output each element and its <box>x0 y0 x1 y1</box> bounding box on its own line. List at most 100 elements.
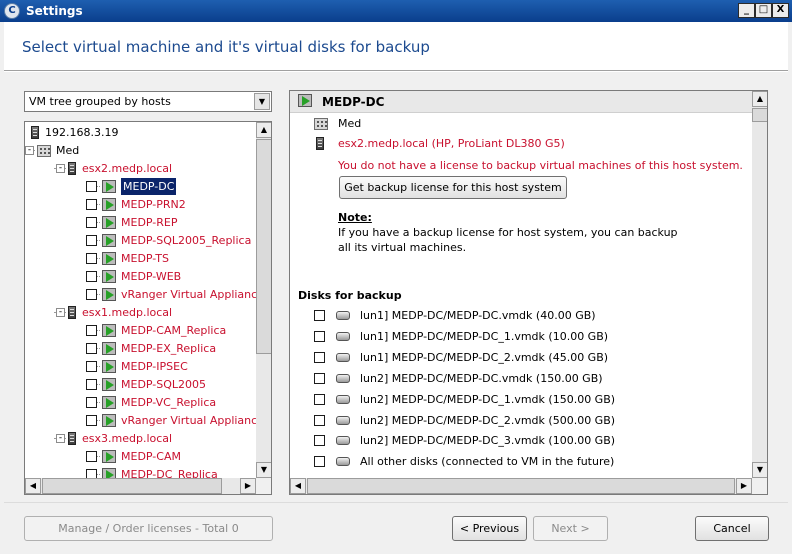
maximize-button[interactable]: □ <box>755 3 772 18</box>
scroll-corner <box>752 478 767 494</box>
vm-tree-item[interactable]: vRanger Virtual Appliance <box>25 286 264 303</box>
scroll-thumb[interactable] <box>752 108 767 122</box>
disk-label: lun1] MEDP-DC/MEDP-DC_2.vmdk (45.00 GB) <box>360 351 609 364</box>
vm-tree-item[interactable]: MEDP-VC_Replica <box>25 394 255 411</box>
vm-tree-item[interactable]: MEDP-SQL2005 <box>25 376 255 393</box>
disk-row[interactable]: lun2] MEDP-DC/MEDP-DC_2.vmdk (500.00 GB) <box>314 412 734 430</box>
close-button[interactable]: X <box>772 3 789 18</box>
scroll-thumb-horizontal[interactable] <box>42 478 222 494</box>
collapse-icon[interactable]: - <box>56 308 65 317</box>
cancel-button[interactable]: Cancel <box>695 516 769 541</box>
tree-item-label: esx1.medp.local <box>82 306 173 319</box>
disk-row[interactable]: lun2] MEDP-DC/MEDP-DC_3.vmdk (100.00 GB) <box>314 432 734 450</box>
scroll-left-icon[interactable]: ◀ <box>290 478 306 494</box>
vm-tree-item[interactable]: MEDP-DC <box>25 177 255 196</box>
tree-item-label: esx2.medp.local <box>82 162 173 175</box>
disk-row[interactable]: lun2] MEDP-DC/MEDP-DC.vmdk (150.00 GB) <box>314 370 734 388</box>
disk-checkbox[interactable] <box>314 310 325 321</box>
scroll-down-icon[interactable]: ▼ <box>256 462 271 478</box>
disk-row[interactable]: lun1] MEDP-DC/MEDP-DC_2.vmdk (45.00 GB) <box>314 349 734 367</box>
vm-checkbox[interactable] <box>86 217 97 228</box>
tree-item-label: esx3.medp.local <box>82 432 173 445</box>
scroll-left-icon[interactable]: ◀ <box>25 478 41 494</box>
tree-item-label: MEDP-PRN2 <box>121 198 186 211</box>
window-title: Settings <box>26 4 83 18</box>
disk-checkbox[interactable] <box>314 456 325 467</box>
tree-item-label: 192.168.3.19 <box>45 126 119 139</box>
disk-checkbox[interactable] <box>314 352 325 363</box>
disks-header: Disks for backup <box>298 289 402 302</box>
disk-icon <box>336 436 350 445</box>
vm-tree-item[interactable]: MEDP-EX_Replica <box>25 340 255 357</box>
vm-tree-item[interactable]: MEDP-TS <box>25 250 255 267</box>
scroll-right-icon[interactable]: ▶ <box>736 478 752 494</box>
vm-checkbox[interactable] <box>86 343 97 354</box>
disk-checkbox[interactable] <box>314 331 325 342</box>
header-divider <box>4 70 788 72</box>
disk-row[interactable]: lun1] MEDP-DC/MEDP-DC.vmdk (40.00 GB) <box>314 307 734 325</box>
disk-row[interactable]: lun2] MEDP-DC/MEDP-DC_1.vmdk (150.00 GB) <box>314 391 734 409</box>
tree-horizontal-scrollbar[interactable]: ◀ ▶ <box>25 478 256 494</box>
vm-checkbox[interactable] <box>86 289 97 300</box>
vm-checkbox[interactable] <box>86 415 97 426</box>
scroll-up-icon[interactable]: ▲ <box>256 122 271 138</box>
disk-checkbox[interactable] <box>314 435 325 446</box>
host-tree-item[interactable]: - esx2.medp.local <box>25 160 255 177</box>
datacenter-tree-item[interactable]: - Med <box>25 142 255 159</box>
vm-tree-item[interactable]: MEDP-CAM <box>25 448 255 465</box>
vm-tree-item[interactable]: vRanger Virtual Appliance <box>25 412 264 429</box>
vm-tree-item[interactable]: MEDP-IPSEC <box>25 358 255 375</box>
vm-tree-item[interactable]: MEDP-REP <box>25 214 255 231</box>
vm-checkbox[interactable] <box>86 199 97 210</box>
next-button[interactable]: Next > <box>533 516 608 541</box>
collapse-icon[interactable]: - <box>56 164 65 173</box>
vm-tree[interactable]: 192.168.3.19 - Med - esx2.medp.local MEDP-DC M… <box>24 121 272 495</box>
tree-item-label: MEDP-REP <box>121 216 178 229</box>
vm-checkbox[interactable] <box>86 235 97 246</box>
previous-button[interactable]: < Previous <box>452 516 527 541</box>
vm-checkbox[interactable] <box>86 271 97 282</box>
server-icon <box>31 126 39 139</box>
vm-checkbox[interactable] <box>86 379 97 390</box>
disk-row[interactable]: All other disks (connected to VM in the … <box>314 453 734 471</box>
disk-checkbox[interactable] <box>314 415 325 426</box>
disk-checkbox[interactable] <box>314 394 325 405</box>
vm-checkbox[interactable] <box>86 253 97 264</box>
scroll-down-icon[interactable]: ▼ <box>752 462 767 478</box>
vm-icon <box>102 342 116 355</box>
vm-tree-item[interactable]: MEDP-PRN2 <box>25 196 255 213</box>
vm-tree-item[interactable]: MEDP-SQL2005_Replica <box>25 232 255 249</box>
host-tree-item[interactable]: 192.168.3.19 <box>25 124 255 141</box>
vm-checkbox[interactable] <box>86 325 97 336</box>
tree-item-label: MEDP-IPSEC <box>121 360 188 373</box>
tree-vertical-scrollbar[interactable]: ▲ ▼ <box>256 122 271 478</box>
scroll-thumb-horizontal[interactable] <box>307 478 735 494</box>
vm-checkbox[interactable] <box>86 451 97 462</box>
disk-row[interactable]: lun1] MEDP-DC/MEDP-DC_1.vmdk (10.00 GB) <box>314 328 734 346</box>
note-text-line-2: all its virtual machines. <box>338 241 467 254</box>
get-backup-license-button[interactable]: Get backup license for this host system <box>339 176 567 199</box>
scroll-up-icon[interactable]: ▲ <box>752 91 767 107</box>
vm-checkbox[interactable] <box>86 397 97 408</box>
detail-vertical-scrollbar[interactable]: ▲ ▼ <box>752 91 767 478</box>
vm-checkbox[interactable] <box>86 181 97 192</box>
host-tree-item[interactable]: - esx3.medp.local <box>25 430 255 447</box>
disk-checkbox[interactable] <box>314 373 325 384</box>
detail-horizontal-scrollbar[interactable]: ◀ ▶ <box>290 478 752 494</box>
host-row: esx2.medp.local (HP, ProLiant DL380 G5) <box>316 135 716 153</box>
vm-tree-item[interactable]: MEDP-WEB <box>25 268 255 285</box>
disk-icon <box>336 395 350 404</box>
vm-checkbox[interactable] <box>86 361 97 372</box>
collapse-icon[interactable]: - <box>25 146 34 155</box>
scroll-right-icon[interactable]: ▶ <box>240 478 256 494</box>
tree-grouping-select[interactable]: VM tree grouped by hosts ▼ <box>24 91 272 112</box>
host-tree-item[interactable]: - esx1.medp.local <box>25 304 255 321</box>
collapse-icon[interactable]: - <box>56 434 65 443</box>
vm-tree-item[interactable]: MEDP-CAM_Replica <box>25 322 255 339</box>
server-icon <box>68 162 76 175</box>
scroll-thumb[interactable] <box>256 139 271 354</box>
disk-label: lun2] MEDP-DC/MEDP-DC_3.vmdk (100.00 GB) <box>360 434 616 447</box>
minimize-button[interactable]: _ <box>738 3 755 18</box>
chevron-down-icon[interactable]: ▼ <box>254 93 270 110</box>
manage-licenses-button[interactable]: Manage / Order licenses - Total 0 <box>24 516 273 541</box>
